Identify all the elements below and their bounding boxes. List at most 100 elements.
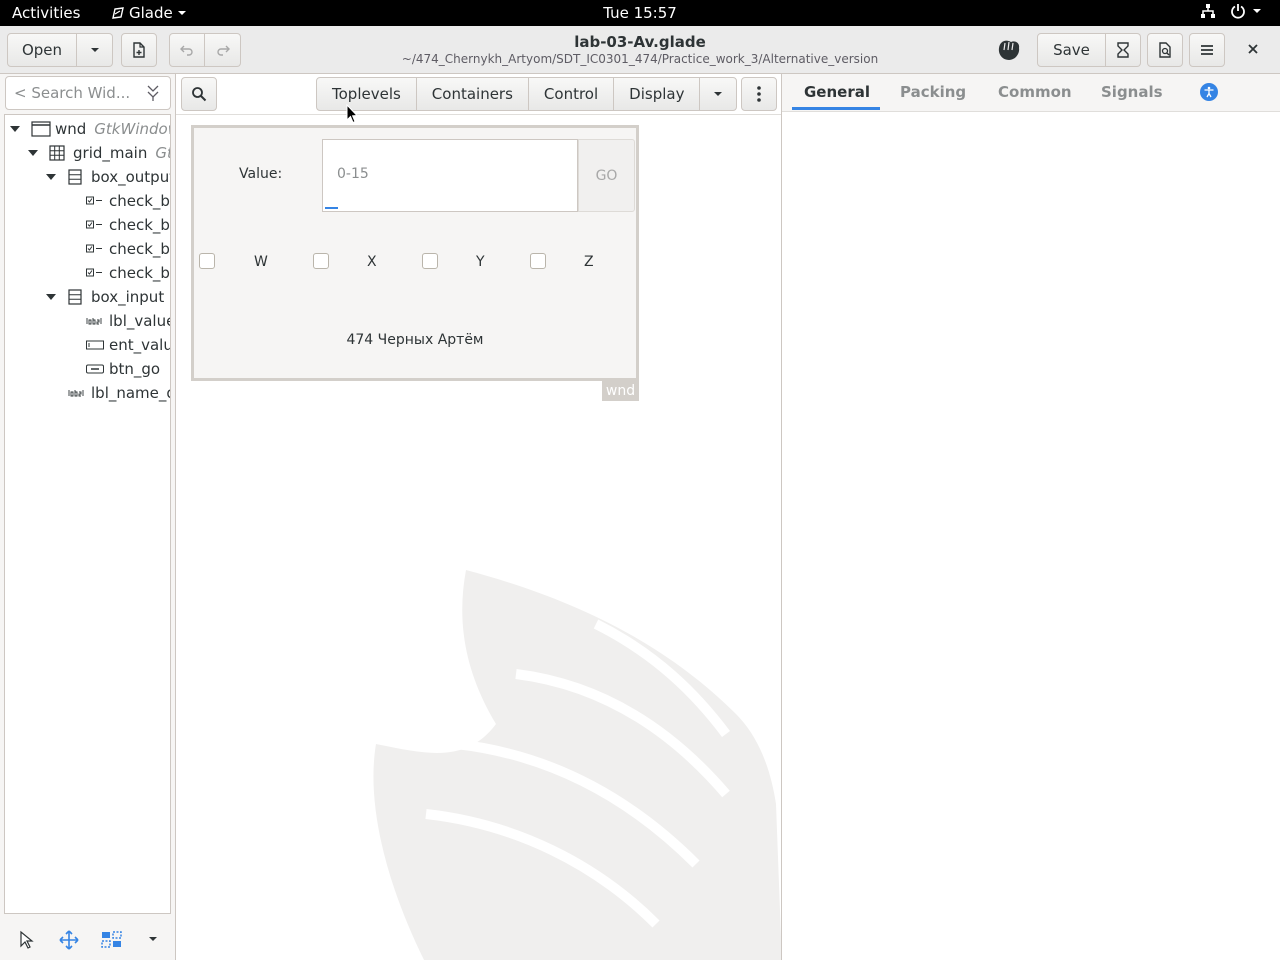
widget-search-input[interactable] (14, 84, 134, 102)
margin-edit-mode-icon[interactable] (101, 930, 123, 950)
tree-row-box-output[interactable]: box_output (5, 165, 170, 189)
check-x[interactable] (313, 253, 329, 269)
property-tabs: General Packing Common Signals (782, 74, 1280, 112)
hamburger-menu-icon (1201, 45, 1213, 55)
new-document-icon (133, 42, 145, 58)
tree-row-label: grid_mainGtkGrid (73, 144, 170, 162)
widget-tree[interactable]: wndGtkWindow grid_mainGtkGrid box_output… (4, 114, 171, 914)
tab-accessibility[interactable] (1200, 83, 1218, 101)
drag-resize-mode-icon[interactable] (59, 930, 79, 950)
check-y[interactable] (422, 253, 438, 269)
window-name-tag[interactable]: wnd (602, 380, 639, 401)
expander-icon[interactable] (9, 123, 21, 135)
redo-icon (216, 45, 230, 56)
palette-search-button[interactable] (181, 77, 217, 111)
undo-button[interactable] (169, 33, 205, 67)
check-w-label: W (254, 254, 268, 270)
check-button-widget-icon (86, 220, 102, 230)
header-bar: Open lab-03-Av.glade ~/474_Chernykh_Arty… (0, 26, 1280, 74)
tree-row-box-input[interactable]: box_input (5, 285, 170, 309)
preview-document-icon (1159, 42, 1171, 58)
box-widget-icon (68, 169, 82, 185)
palette-tab-display[interactable]: Display (614, 78, 701, 110)
recent-files-dropdown[interactable] (77, 33, 113, 67)
check-button-widget-icon (86, 268, 102, 278)
expander-icon[interactable] (45, 291, 57, 303)
widget-search-box[interactable] (5, 76, 171, 110)
project-path: ~/474_Chernykh_Artyom/SDT_IC0301_474/Pra… (401, 52, 879, 66)
property-editor: General Packing Common Signals (782, 74, 1280, 960)
design-area: Toplevels Containers Control Display Val… (176, 74, 782, 960)
check-x-label: X (367, 254, 377, 270)
check-y-label: Y (476, 254, 485, 270)
network-icon[interactable] (1200, 3, 1216, 19)
chevron-down-icon (714, 92, 723, 96)
save-button[interactable]: Save (1037, 33, 1106, 67)
expander-icon[interactable] (27, 147, 39, 159)
close-icon (1248, 44, 1258, 54)
redo-button[interactable] (205, 33, 241, 67)
tree-row-label: lbl_name_developer (91, 384, 170, 402)
expander-icon[interactable] (45, 171, 57, 183)
check-w[interactable] (199, 253, 215, 269)
tree-row-entry[interactable]: ent_value (5, 333, 170, 357)
main-menu-button[interactable] (1189, 33, 1225, 67)
clear-search-icon[interactable] (144, 84, 162, 102)
tree-row-label: check_btn_y (109, 240, 170, 258)
tree-row-wnd[interactable]: wndGtkWindow (5, 117, 170, 141)
window-title: lab-03-Av.glade ~/474_Chernykh_Artyom/SD… (340, 33, 940, 66)
mouse-cursor-icon (346, 104, 358, 124)
gnome-top-bar: Activities Glade Tue 15:57 (0, 0, 1280, 26)
tree-row-grid-main[interactable]: grid_mainGtkGrid (5, 141, 170, 165)
tree-row-check-button[interactable]: check_btn_y (5, 237, 170, 261)
grid-widget-icon (49, 145, 65, 161)
pointer-mode-icon[interactable] (19, 930, 35, 950)
tab-common[interactable]: Common (998, 83, 1072, 101)
window-widget-icon (31, 121, 51, 137)
check-z-label: Z (584, 254, 594, 270)
new-project-button[interactable] (121, 33, 157, 67)
save-as-icon (1117, 42, 1129, 58)
undo-icon (180, 45, 193, 56)
designed-window[interactable]: Value: GO W X Y Z 474 Черных Артём (191, 125, 639, 381)
save-as-button[interactable] (1106, 33, 1141, 67)
accessibility-icon (1204, 86, 1214, 98)
tree-row-label: btn_go (109, 360, 161, 378)
tree-row-label-widget[interactable]: lbl_value (5, 309, 170, 333)
tree-row-label-widget[interactable]: lbl_name_developer (5, 381, 170, 405)
clock[interactable]: Tue 15:57 (0, 4, 1280, 22)
active-tab-indicator (792, 107, 880, 110)
tab-general[interactable]: General (804, 83, 870, 101)
palette-tab-toplevels[interactable]: Toplevels (317, 78, 417, 110)
palette-tab-control[interactable]: Control (529, 78, 615, 110)
power-menu[interactable] (1230, 3, 1262, 19)
value-input[interactable] (337, 166, 537, 182)
tab-packing[interactable]: Packing (900, 83, 966, 101)
tree-row-button[interactable]: btn_go (5, 357, 170, 381)
tree-row-check-button[interactable]: check_btn_w (5, 189, 170, 213)
value-entry[interactable] (322, 139, 578, 212)
system-tray[interactable] (1200, 3, 1262, 19)
palette-more-dropdown[interactable] (700, 78, 736, 110)
chevron-down-icon (1253, 9, 1261, 13)
check-button-widget-icon (86, 196, 102, 206)
glade-watermark-icon (373, 570, 781, 960)
design-options-button[interactable] (741, 77, 777, 111)
tree-row-label: wndGtkWindow (55, 120, 170, 138)
power-icon (1231, 4, 1245, 19)
chevron-down-icon[interactable] (148, 936, 158, 942)
tree-row-check-button[interactable]: check_btn_x (5, 213, 170, 237)
inspector-toggle[interactable] (996, 38, 1022, 66)
tab-signals[interactable]: Signals (1101, 83, 1163, 101)
palette-tab-containers[interactable]: Containers (417, 78, 529, 110)
go-button[interactable]: GO (578, 139, 635, 212)
label-widget-icon (86, 317, 104, 325)
close-window-button[interactable] (1246, 42, 1260, 60)
divider (176, 114, 781, 115)
tree-row-label: check_btn_x (109, 216, 170, 234)
check-z[interactable] (530, 253, 546, 269)
tree-row-label: check_btn_w (109, 192, 170, 210)
tree-row-check-button[interactable]: check_btn_z (5, 261, 170, 285)
preview-button[interactable] (1147, 33, 1183, 67)
open-button[interactable]: Open (7, 33, 77, 67)
